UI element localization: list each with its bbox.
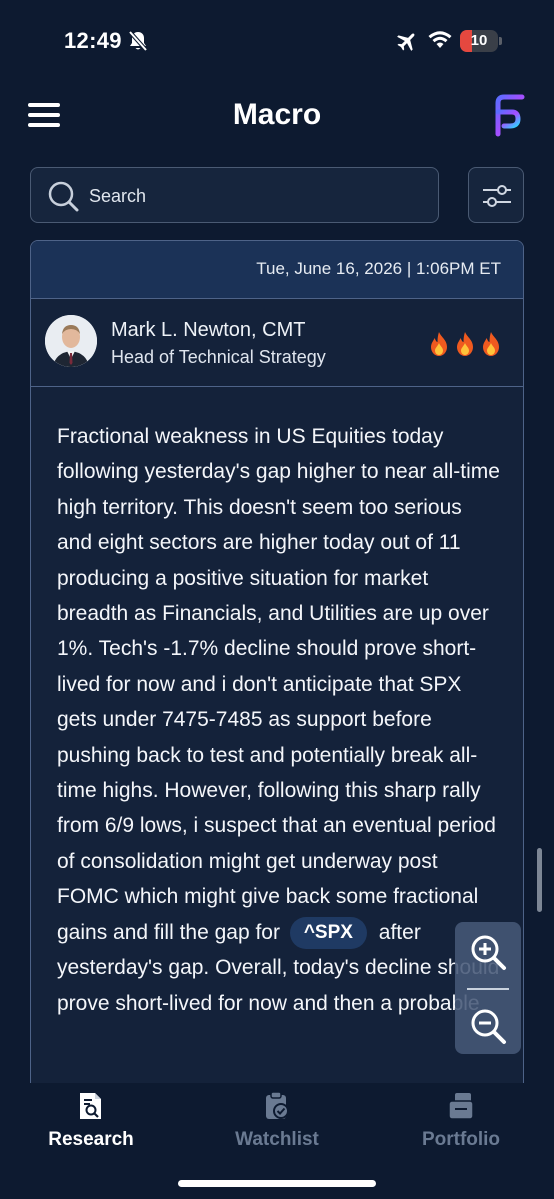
fire-icon [457, 332, 473, 356]
screen: 12:49 10 Macro Search Tue, June 16, 2026… [0, 0, 554, 1199]
author-row[interactable]: Mark L. Newton, CMT Head of Technical St… [31, 299, 523, 387]
bell-off-icon [128, 30, 148, 52]
zoom-in-icon[interactable] [468, 932, 508, 972]
status-bar: 12:49 10 [0, 0, 554, 80]
page-title: Macro [232, 98, 322, 131]
status-time: 12:49 [64, 28, 122, 53]
research-icon [80, 1093, 101, 1119]
author-title: Head of Technical Strategy [111, 347, 326, 367]
battery-nub [499, 37, 502, 45]
nav-item-watchlist[interactable]: Watchlist [202, 1091, 352, 1161]
ticker-tag[interactable]: ^SPX [289, 916, 367, 949]
battery-level: 10 [470, 32, 488, 49]
menu-line [28, 123, 60, 127]
wifi-icon [428, 31, 452, 48]
nav-label-research: Research [48, 1129, 134, 1150]
airplane-icon [397, 33, 415, 51]
author-name: Mark L. Newton, CMT [111, 319, 306, 341]
article-date: Tue, June 16, 2026 | 1:06PM ET [256, 259, 501, 278]
nav-item-research[interactable]: Research [16, 1091, 166, 1161]
fire-icon [483, 332, 499, 356]
zoom-out-icon[interactable] [468, 1006, 508, 1046]
article-body: Fractional weakness in US Equities today… [57, 419, 501, 1021]
article-date-bar: Tue, June 16, 2026 | 1:06PM ET [31, 241, 523, 299]
zoom-panel [455, 922, 521, 1054]
hamburger-menu-icon[interactable] [28, 100, 62, 130]
watchlist-icon [266, 1091, 289, 1119]
zoom-divider [467, 988, 509, 990]
article-text: Fractional weakness in US Equities today… [57, 425, 500, 944]
battery-icon: 10 [460, 30, 502, 52]
battery-body: 10 [460, 30, 498, 52]
portfolio-icon [448, 1093, 474, 1120]
nav-item-portfolio[interactable]: Portfolio [386, 1091, 536, 1161]
brand-logo[interactable] [490, 92, 526, 138]
scrollbar[interactable] [537, 848, 542, 912]
search-box[interactable] [30, 167, 439, 223]
sliders-icon [483, 185, 511, 207]
article-card[interactable]: Tue, June 16, 2026 | 1:06PM ET Mark L. N… [30, 240, 524, 1100]
fire-rating [425, 331, 509, 357]
author-photo [45, 315, 97, 367]
filter-button[interactable] [468, 167, 524, 223]
search-input[interactable] [89, 182, 419, 210]
menu-line [28, 103, 60, 107]
nav-label-watchlist: Watchlist [235, 1129, 319, 1150]
author-avatar [45, 315, 97, 367]
nav-label-portfolio: Portfolio [421, 1129, 501, 1150]
fire-icon [431, 332, 447, 356]
home-indicator[interactable] [178, 1180, 376, 1187]
menu-line [28, 113, 60, 117]
search-icon [48, 181, 79, 212]
